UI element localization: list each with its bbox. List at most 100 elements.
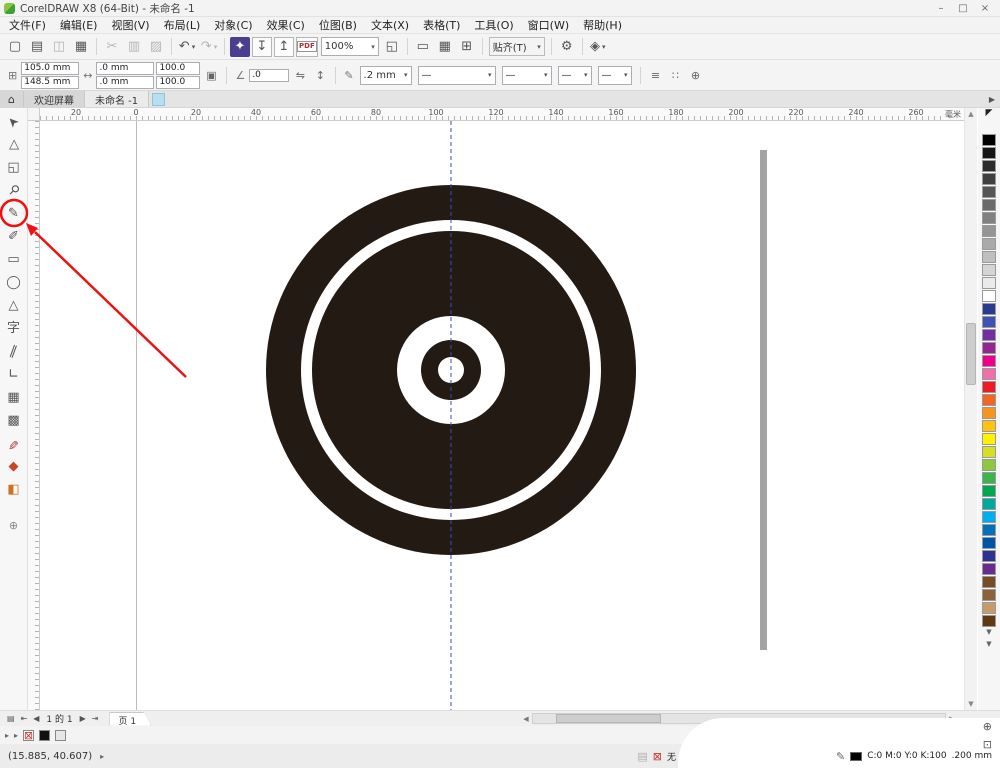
save-button[interactable]: ◫ xyxy=(49,37,69,57)
scale-height-input[interactable] xyxy=(156,75,201,89)
open-button[interactable]: ▤ xyxy=(27,37,47,57)
end-arrow-combo[interactable]: — ▾ xyxy=(597,65,632,85)
prev-page-button[interactable]: ◀ xyxy=(30,714,42,723)
color-swatch[interactable] xyxy=(982,134,996,146)
ellipse-tool[interactable]: ◯ xyxy=(2,271,26,294)
page-tab[interactable]: 页 1 xyxy=(109,712,151,726)
lock-ratio-button[interactable]: ▣ xyxy=(202,66,220,84)
color-eyedropper-tool[interactable]: ✐ xyxy=(2,432,26,455)
scroll-down-icon[interactable]: ▼ xyxy=(965,700,977,708)
paste-button[interactable]: ▨ xyxy=(146,37,166,57)
color-swatch[interactable] xyxy=(982,147,996,159)
color-swatch[interactable] xyxy=(982,212,996,224)
smart-fill-tool[interactable]: ◧ xyxy=(2,478,26,501)
color-swatch[interactable] xyxy=(982,394,996,406)
flyout-right-icon[interactable]: ▸ xyxy=(5,731,9,740)
vertical-scrollbar[interactable]: ▲ ▼ xyxy=(964,108,977,710)
first-page-button[interactable]: ⇤ xyxy=(18,714,31,723)
color-swatch[interactable] xyxy=(982,407,996,419)
menu-item[interactable]: 效果(C) xyxy=(260,17,312,33)
publish-to-pdf-button[interactable]: PDF xyxy=(296,36,318,57)
ruler-origin-corner[interactable] xyxy=(28,108,40,121)
crop-tool[interactable]: ◱ xyxy=(2,156,26,179)
color-swatch[interactable] xyxy=(982,277,996,289)
color-swatch[interactable] xyxy=(982,225,996,237)
menu-item[interactable]: 表格(T) xyxy=(416,17,467,33)
color-swatch[interactable] xyxy=(982,511,996,523)
color-swatch[interactable] xyxy=(982,446,996,458)
undo-button[interactable]: ↶ ▾ xyxy=(177,37,197,57)
polygon-tool[interactable]: △ xyxy=(2,294,26,317)
color-swatch[interactable] xyxy=(982,472,996,484)
rotation-angle-input[interactable] xyxy=(249,68,290,82)
add-tools-button[interactable]: ⊕ xyxy=(2,515,26,535)
full-screen-preview-button[interactable]: ◱ xyxy=(382,37,402,57)
color-swatch[interactable] xyxy=(982,251,996,263)
position-x-input[interactable] xyxy=(21,61,80,75)
color-swatch[interactable] xyxy=(982,537,996,549)
menu-item[interactable]: 编辑(E) xyxy=(53,17,105,33)
color-swatch[interactable] xyxy=(982,264,996,276)
color-swatch[interactable] xyxy=(982,589,996,601)
menu-item[interactable]: 对象(C) xyxy=(207,17,259,33)
line-style-2-combo[interactable]: — ▾ xyxy=(501,65,552,85)
mirror-horizontal-button[interactable]: ⇋ xyxy=(291,66,309,84)
scroll-up-icon[interactable]: ▲ xyxy=(965,110,977,118)
color-swatch[interactable] xyxy=(982,238,996,250)
color-swatch[interactable] xyxy=(982,342,996,354)
parallel-dimension-tool[interactable]: ∥ xyxy=(2,340,26,363)
color-swatch[interactable] xyxy=(982,316,996,328)
new-document-button[interactable]: ▢ xyxy=(5,37,25,57)
transparency-tool[interactable]: ▩ xyxy=(2,409,26,432)
application-launcher-button[interactable]: ◈ ▾ xyxy=(588,37,608,57)
shape-tool[interactable]: ▷ xyxy=(2,133,26,156)
position-y-input[interactable] xyxy=(21,75,80,89)
color-swatch[interactable] xyxy=(982,615,996,627)
horizontal-scroll-thumb[interactable] xyxy=(556,714,661,723)
redo-button[interactable]: ↷ ▾ xyxy=(199,37,219,57)
color-swatch[interactable] xyxy=(982,459,996,471)
menu-item[interactable]: 位图(B) xyxy=(312,17,364,33)
horizontal-ruler[interactable]: 毫米 20 0 20 40 60 80 100 120 140 160 180 200 220 240 26… xyxy=(40,108,964,121)
more-options-button[interactable]: ⊕ xyxy=(687,66,705,84)
menu-item[interactable]: 文件(F) xyxy=(2,17,53,33)
zoom-levels-combo[interactable]: 100% ▾ xyxy=(320,37,379,56)
zoom-tool[interactable]: ⚲ xyxy=(2,179,26,202)
snap-to-combo[interactable]: 贴齐(T) ▾ xyxy=(488,37,545,56)
scroll-left-icon[interactable]: ◀ xyxy=(520,715,532,723)
maximize-button[interactable]: □ xyxy=(952,1,974,16)
scale-width-input[interactable] xyxy=(156,61,201,75)
color-swatch[interactable] xyxy=(982,433,996,445)
add-page-icon[interactable]: ▤ xyxy=(4,714,18,723)
tab-scroll-right-icon[interactable]: ▶ xyxy=(984,91,1000,107)
show-rulers-button[interactable]: ▭ xyxy=(413,37,433,57)
palette-scroll-down-icon[interactable]: ▼ xyxy=(986,628,991,640)
color-swatch[interactable] xyxy=(982,329,996,341)
color-swatch[interactable] xyxy=(982,355,996,367)
color-swatch[interactable] xyxy=(982,602,996,614)
color-swatch[interactable] xyxy=(982,498,996,510)
close-button[interactable]: × xyxy=(974,1,996,16)
print-button[interactable]: ▦ xyxy=(71,37,91,57)
copy-button[interactable]: ▥ xyxy=(124,37,144,57)
export-button[interactable]: ↥ xyxy=(274,36,294,57)
freehand-tool[interactable]: ✎ xyxy=(2,202,26,225)
color-swatch[interactable] xyxy=(982,368,996,380)
artistic-media-tool[interactable]: ✐ xyxy=(2,225,26,248)
menu-item[interactable]: 文本(X) xyxy=(364,17,416,33)
color-swatch[interactable] xyxy=(982,186,996,198)
drop-shadow-tool[interactable]: ▦ xyxy=(2,386,26,409)
color-swatch[interactable] xyxy=(982,576,996,588)
pick-tool[interactable]: ➤ xyxy=(2,110,26,133)
text-wrap-button[interactable]: ≡ xyxy=(647,66,665,84)
cut-button[interactable]: ✂ xyxy=(102,37,122,57)
tab-welcome[interactable]: 欢迎屏幕 xyxy=(24,91,85,107)
show-guidelines-button[interactable]: ⊞ xyxy=(457,37,477,57)
guideline-presets-button[interactable]: ∷ xyxy=(667,66,685,84)
line-style-combo[interactable]: — ▾ xyxy=(417,65,496,85)
color-swatch[interactable] xyxy=(982,381,996,393)
flyout-right-icon[interactable]: ▸ xyxy=(14,731,18,740)
connector-tool[interactable]: ∟ xyxy=(2,363,26,386)
home-button[interactable]: ⌂ xyxy=(0,91,24,107)
size-width-input[interactable] xyxy=(96,61,155,75)
